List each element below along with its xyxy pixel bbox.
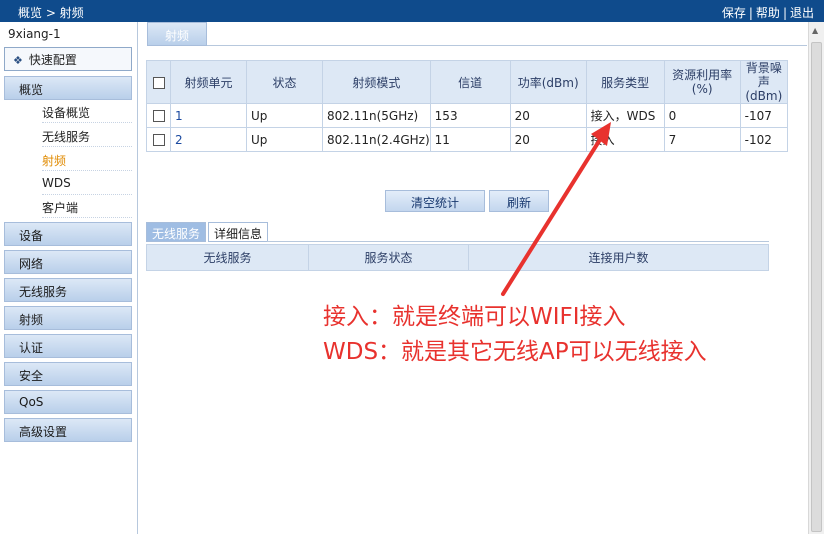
menu-security[interactable]: 安全 xyxy=(4,362,132,386)
col-noise: 背景噪声 (dBm) xyxy=(739,60,789,104)
top-links: 保存 | 帮助 | 退出 xyxy=(722,4,814,21)
save-link[interactable]: 保存 xyxy=(722,6,746,20)
submenu-device-overview[interactable]: 设备概览 xyxy=(42,101,132,123)
cell-status: Up xyxy=(246,103,323,128)
col-service-name: 无线服务 xyxy=(146,244,309,271)
col-power: 功率(dBm) xyxy=(509,60,587,104)
menu-overview[interactable]: 概览 xyxy=(4,76,132,100)
unit-link[interactable]: 2 xyxy=(175,133,183,147)
cell-util: 7 xyxy=(663,127,741,152)
subtab-wireless-service[interactable]: 无线服务 xyxy=(146,222,206,242)
diamond-icon: ❖ xyxy=(13,54,23,67)
refresh-button[interactable]: 刷新 xyxy=(489,190,549,212)
col-util: 资源利用率 (%) xyxy=(663,60,741,104)
menu-qos[interactable]: QoS xyxy=(4,390,132,414)
tab-radio[interactable]: 射频 xyxy=(147,22,207,46)
table-row: 1 Up 802.11n(5GHz) 153 20 接入，WDS 0 -107 xyxy=(146,103,789,128)
row-checkbox[interactable] xyxy=(152,110,165,122)
col-connected-users: 连接用户数 xyxy=(468,244,769,271)
subtab-divider xyxy=(267,241,769,242)
row-checkbox[interactable] xyxy=(152,134,165,146)
device-name: 9xiang-1 xyxy=(8,27,61,41)
submenu-wireless-service[interactable]: 无线服务 xyxy=(42,125,132,147)
quick-config-label: 快速配置 xyxy=(28,53,77,67)
tab-divider xyxy=(207,45,807,46)
menu-radio[interactable]: 射频 xyxy=(4,306,132,330)
submenu-wds[interactable]: WDS xyxy=(42,173,132,195)
menu-advanced[interactable]: 高级设置 xyxy=(4,418,132,442)
radio-table: 射频单元 状态 射频模式 信道 功率(dBm) 服务类型 资源利用率 (%) 背… xyxy=(146,60,789,152)
separator: | xyxy=(782,6,787,20)
cell-unit: 2 xyxy=(170,127,247,152)
col-status: 状态 xyxy=(246,60,323,104)
unit-link[interactable]: 1 xyxy=(175,109,183,123)
table-header-row: 无线服务 服务状态 连接用户数 xyxy=(146,244,769,271)
col-unit: 射频单元 xyxy=(170,60,247,104)
clear-stats-button[interactable]: 清空统计 xyxy=(385,190,485,212)
col-channel: 信道 xyxy=(429,60,511,104)
menu-device[interactable]: 设备 xyxy=(4,222,132,246)
logout-link[interactable]: 退出 xyxy=(790,6,814,20)
separator: | xyxy=(748,6,753,20)
cell-unit: 1 xyxy=(170,103,247,128)
subtab-details[interactable]: 详细信息 xyxy=(208,222,268,242)
cell-noise: -107 xyxy=(739,103,789,128)
cell-mode: 802.11n(2.4GHz) xyxy=(322,127,431,152)
menu-wireless-service[interactable]: 无线服务 xyxy=(4,278,132,302)
scroll-up-icon[interactable]: ▲ xyxy=(812,26,818,35)
cell-service: 接入 xyxy=(585,127,665,152)
breadcrumb: 概览 > 射频 xyxy=(18,6,84,20)
cell-power: 20 xyxy=(509,127,587,152)
select-all-checkbox[interactable] xyxy=(152,76,165,89)
cell-channel: 153 xyxy=(429,103,511,128)
quick-config-button[interactable]: ❖ 快速配置 xyxy=(4,47,132,71)
cell-noise: -102 xyxy=(739,127,789,152)
menu-network[interactable]: 网络 xyxy=(4,250,132,274)
table-header-row: 射频单元 状态 射频模式 信道 功率(dBm) 服务类型 资源利用率 (%) 背… xyxy=(146,60,789,104)
sidebar: 9xiang-1 ❖ 快速配置 概览 设备概览 无线服务 射频 WDS 客户端 设… xyxy=(0,22,138,534)
annotation-wds: WDS：就是其它无线AP可以无线接入 xyxy=(323,339,707,365)
col-mode: 射频模式 xyxy=(322,60,431,104)
cell-power: 20 xyxy=(509,103,587,128)
help-link[interactable]: 帮助 xyxy=(756,6,780,20)
header-checkbox-cell xyxy=(146,60,171,104)
col-service: 服务类型 xyxy=(585,60,665,104)
annotation-access: 接入：就是终端可以WIFI接入 xyxy=(323,304,626,330)
menu-auth[interactable]: 认证 xyxy=(4,334,132,358)
submenu-client[interactable]: 客户端 xyxy=(42,196,132,218)
service-table: 无线服务 服务状态 连接用户数 xyxy=(146,244,769,271)
tab-radio-label: 射频 xyxy=(164,29,189,43)
table-row: 2 Up 802.11n(2.4GHz) 11 20 接入 7 -102 xyxy=(146,127,789,152)
col-service-state: 服务状态 xyxy=(308,244,469,271)
scroll-thumb[interactable] xyxy=(811,42,822,532)
row-checkbox-cell xyxy=(146,103,171,128)
cell-status: Up xyxy=(246,127,323,152)
submenu-radio[interactable]: 射频 xyxy=(42,149,132,171)
cell-util: 0 xyxy=(663,103,741,128)
row-checkbox-cell xyxy=(146,127,171,152)
main-panel: 射频 射频单元 状态 射频模式 信道 功率(dBm) 服务类型 资源利用率 (%… xyxy=(139,22,808,534)
cell-service: 接入，WDS xyxy=(585,103,665,128)
cell-mode: 802.11n(5GHz) xyxy=(322,103,431,128)
scrollbar[interactable]: ▲ xyxy=(808,22,824,534)
top-bar: 概览 > 射频 保存 | 帮助 | 退出 xyxy=(0,0,824,22)
cell-channel: 11 xyxy=(429,127,511,152)
